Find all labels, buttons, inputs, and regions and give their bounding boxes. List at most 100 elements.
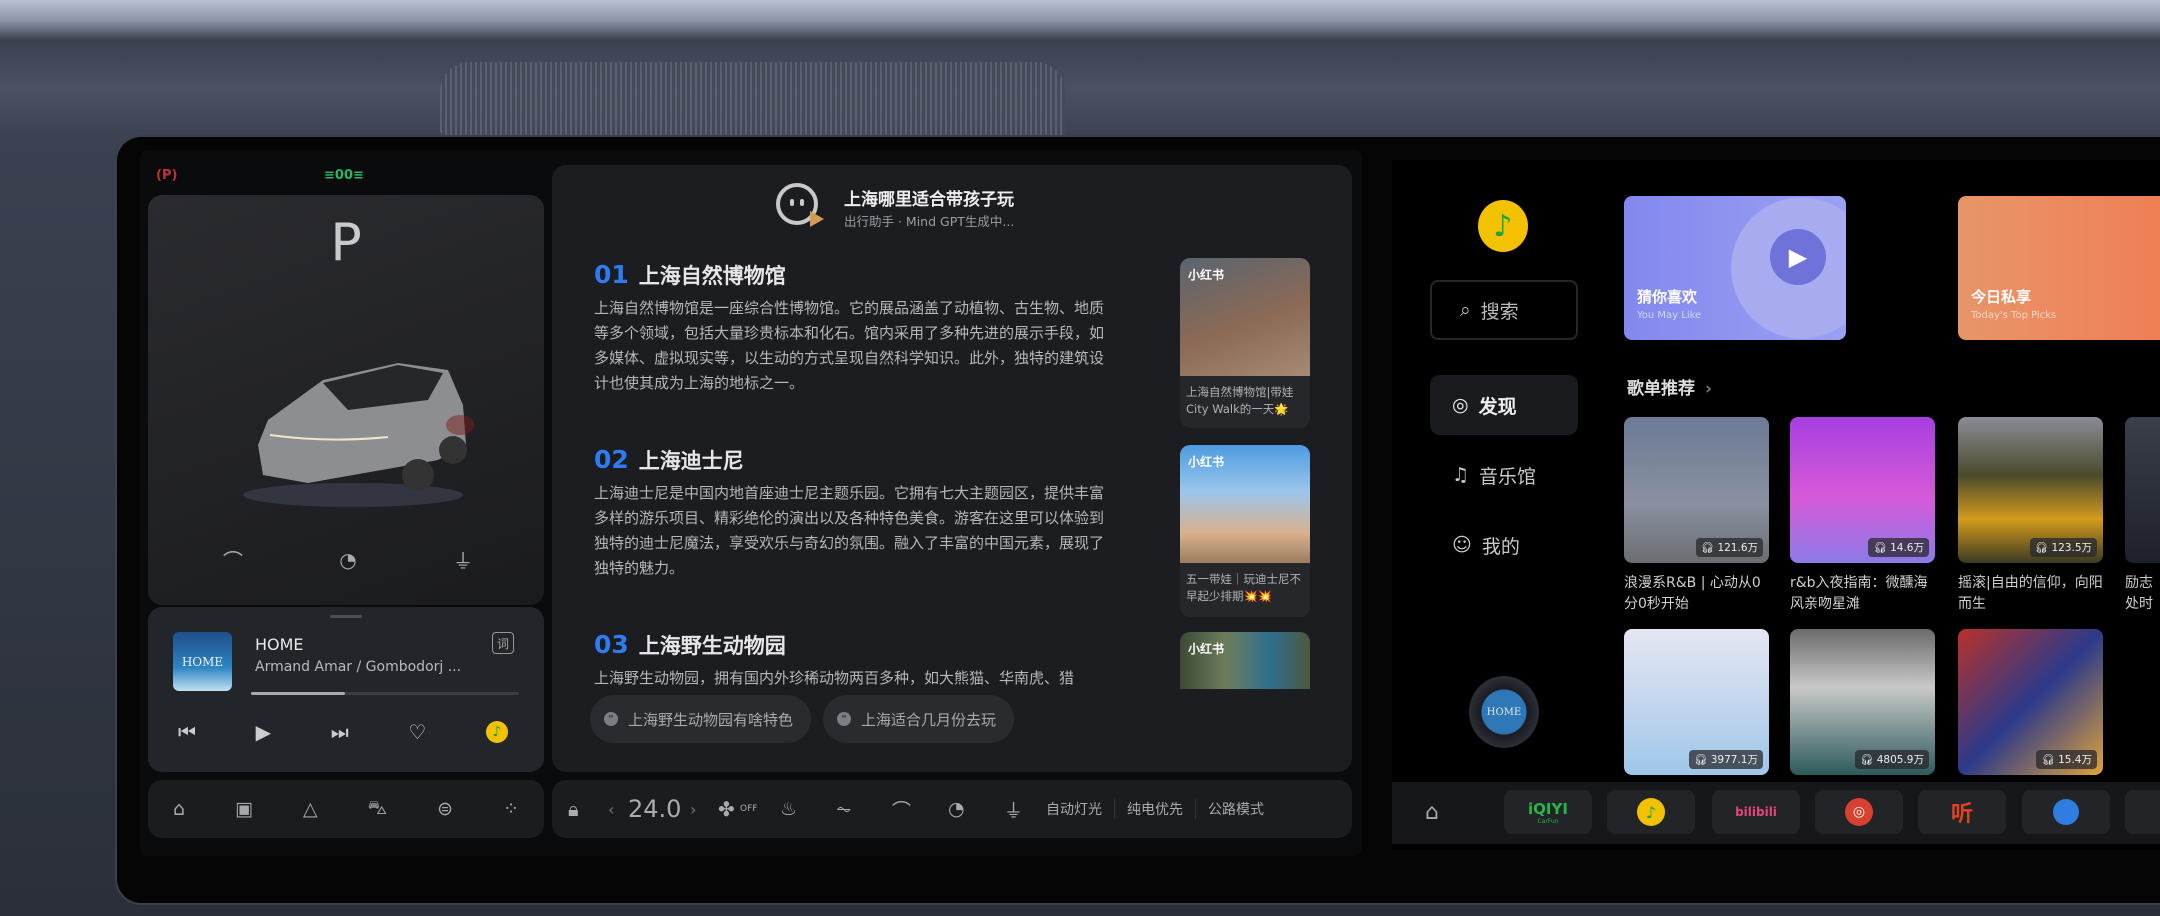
item-title: 上海迪士尼 bbox=[638, 449, 744, 473]
app-browser[interactable] bbox=[2022, 790, 2110, 834]
search-icon: ⌕ bbox=[1460, 299, 1471, 321]
suggestion-chip[interactable]: " 上海野生动物园有啥特色 bbox=[590, 695, 812, 743]
xiaohongshu-tag: 小红书 bbox=[1188, 455, 1225, 469]
toggle-icon[interactable]: ⊜ bbox=[437, 798, 453, 820]
play-count: 🎧︎ 14.6万 bbox=[1868, 538, 1929, 557]
apps-icon[interactable]: ⁘ bbox=[503, 798, 519, 820]
music-note-icon: ♫ bbox=[1452, 464, 1470, 486]
search-label: 搜索 bbox=[1480, 300, 1519, 323]
item-number: 01 bbox=[594, 260, 629, 289]
item-title: 上海野生动物园 bbox=[638, 634, 786, 658]
suggestion-label: 上海野生动物园有啥特色 bbox=[628, 710, 794, 729]
drag-handle[interactable] bbox=[330, 615, 362, 618]
playlist-title: 励志处时 bbox=[2125, 575, 2153, 612]
nav-mine[interactable]: ☺ 我的 bbox=[1430, 515, 1578, 575]
auto-lights-button[interactable]: 自动灯光 bbox=[1046, 799, 1115, 819]
left-nav-bar: ⌂ ▣ △ ⛍ ⊜ ⁘ bbox=[148, 780, 544, 838]
navigation-icon[interactable]: △ bbox=[303, 798, 318, 820]
item-body: 上海自然博物馆是一座综合性博物馆。它的展品涵盖了动植物、古生物、地质等多个领域，… bbox=[594, 299, 1105, 392]
playlist-card[interactable]: 🎧︎ 4805.9万 bbox=[1790, 629, 1935, 775]
now-playing-disc[interactable]: HOME bbox=[1469, 676, 1539, 748]
position-lights-icon: ≡00≡ bbox=[324, 168, 364, 183]
play-icon[interactable]: ▶ bbox=[1770, 229, 1826, 285]
banner-title: 猜你喜欢 bbox=[1637, 288, 1698, 306]
lock-icon[interactable]: 🔒︎ bbox=[568, 797, 608, 821]
car-image bbox=[243, 363, 474, 507]
xiaohongshu-card[interactable]: 小红书 上海自然博物馆|带娃City Walk的一天🌟 bbox=[1180, 258, 1310, 428]
album-art: HOME bbox=[173, 632, 232, 691]
banner-you-may-like[interactable]: ▶ 猜你喜欢 You May Like bbox=[1624, 196, 1846, 340]
question-title: 上海哪里适合带孩子玩 bbox=[844, 190, 1014, 210]
nav-music-hall[interactable]: ♫ 音乐馆 bbox=[1430, 445, 1578, 505]
mindgpt-avatar-icon bbox=[776, 183, 824, 227]
camera-icon[interactable]: ▣ bbox=[235, 798, 253, 820]
search-button[interactable]: ⌕ 搜索 bbox=[1430, 280, 1578, 340]
playlist-card[interactable]: 🎧︎ 123.5万摇滚|自由的信仰，向阳而生 bbox=[1958, 417, 2103, 615]
nav-discover[interactable]: ◎ 发现 bbox=[1430, 375, 1578, 435]
item-body: 上海迪士尼是中国内地首座迪士尼主题乐园。它拥有七大主题园区，提供丰富多样的游乐项… bbox=[594, 484, 1105, 577]
wiper-icon[interactable]: ⌒ bbox=[892, 796, 948, 823]
app-ting[interactable]: 听 bbox=[1918, 790, 2006, 834]
fan-icon[interactable]: ✤ bbox=[718, 797, 740, 821]
next-icon[interactable]: ⏭ bbox=[331, 720, 349, 744]
result-item: 03 上海野生动物园 上海野生动物园，拥有国内外珍稀动物两百多种，如大熊猫、华南虎… bbox=[594, 630, 1109, 691]
defrost-icon[interactable]: ⏦ bbox=[836, 798, 892, 820]
home-icon[interactable]: ⌂ bbox=[173, 798, 185, 820]
item-title: 上海自然博物馆 bbox=[638, 264, 786, 288]
heart-icon[interactable]: ♡ bbox=[408, 720, 426, 744]
playlist-card[interactable]: 🎧︎ 121.6万 浪漫系R&B | 心动从0分0秒开始 bbox=[1624, 417, 1769, 615]
gear-indicator: P bbox=[330, 213, 362, 273]
playlist-card[interactable]: 励志处时 bbox=[2125, 417, 2160, 615]
lyrics-button[interactable]: 词 bbox=[492, 632, 514, 654]
progress-bar[interactable] bbox=[251, 692, 519, 695]
play-icon[interactable]: ▶ bbox=[256, 720, 271, 744]
playlist-title: 摇滚|自由的信仰，向阳而生 bbox=[1958, 575, 2103, 612]
play-count: 🎧︎ 123.5万 bbox=[2029, 538, 2097, 557]
play-count: 🎧︎ 121.6万 bbox=[1695, 538, 1763, 557]
planet-icon: ◎ bbox=[1452, 394, 1469, 416]
ev-priority-button[interactable]: 纯电优先 bbox=[1115, 799, 1196, 819]
playlist-card[interactable]: 🎧︎ 3977.1万 bbox=[1624, 629, 1769, 775]
item-number: 03 bbox=[594, 630, 629, 659]
previous-icon[interactable]: ⏮ bbox=[178, 720, 196, 744]
road-mode-button[interactable]: 公路模式 bbox=[1196, 799, 1264, 819]
suggestion-chip[interactable]: " 上海适合几月份去玩 bbox=[823, 695, 1015, 743]
playlist-card[interactable]: 🎧︎ 14.6万 r&b入夜指南：微醺海风亲吻星滩 bbox=[1790, 417, 1935, 615]
assistant-status: 出行助手 · Mind GPT生成中... bbox=[844, 214, 1015, 229]
play-count: 🎧︎ 3977.1万 bbox=[1689, 750, 1763, 769]
playlist-title: r&b入夜指南：微醺海风亲吻星滩 bbox=[1790, 575, 1928, 612]
car-icon[interactable]: ⛍ bbox=[368, 797, 388, 822]
suggestion-label: 上海适合几月份去玩 bbox=[861, 710, 997, 729]
track-title: HOME bbox=[255, 635, 304, 654]
playlist-card[interactable]: 🎧︎ 15.4万 bbox=[1958, 629, 2103, 775]
xiaohongshu-card[interactable]: 小红书 bbox=[1180, 632, 1310, 689]
seat-heat-icon[interactable]: ♨ bbox=[780, 798, 836, 820]
qq-music-icon: ♪ bbox=[1637, 798, 1665, 826]
playlist-cover bbox=[2125, 417, 2160, 563]
app-qq-music[interactable]: ♪ bbox=[1607, 790, 1695, 834]
playlist-cover: 🎧︎ 3977.1万 bbox=[1624, 629, 1769, 775]
fan-status: OFF bbox=[740, 804, 758, 814]
app-netease-music[interactable]: ◎ bbox=[1815, 790, 1903, 834]
playlist-cover: 🎧︎ 4805.9万 bbox=[1790, 629, 1935, 775]
banner-title: 今日私享 bbox=[1971, 288, 2032, 306]
section-title[interactable]: 歌单推荐 › bbox=[1627, 374, 1712, 399]
item-body: 上海野生动物园，拥有国内外珍稀动物两百多种，如大熊猫、华南虎、猎 bbox=[594, 669, 1075, 687]
wiper-icon[interactable]: ⌒ bbox=[223, 545, 243, 574]
mirror-fold-icon[interactable]: ◔ bbox=[339, 548, 356, 572]
charge-port-icon[interactable]: ⏚ bbox=[1004, 796, 1046, 823]
temp-up-button[interactable]: › bbox=[690, 800, 718, 819]
qq-music-logo: ♪ bbox=[1478, 200, 1528, 252]
app-more[interactable] bbox=[2125, 790, 2160, 834]
xiaohongshu-card[interactable]: 小红书 五一带娃｜玩迪士尼不早起少排期💥💥 bbox=[1180, 445, 1310, 617]
qq-music-icon[interactable]: ♪ bbox=[485, 721, 508, 743]
nav-label: 发现 bbox=[1478, 395, 1517, 418]
home-icon[interactable]: ⌂ bbox=[1425, 800, 1439, 825]
banner-top-picks[interactable]: 今日私享 Today's Top Picks bbox=[1958, 196, 2160, 340]
app-bilibili[interactable]: bilibili bbox=[1712, 790, 1800, 834]
app-iqiyi[interactable]: iQIYI CarFun bbox=[1504, 790, 1592, 834]
dashboard-speaker-grille bbox=[440, 62, 1065, 136]
mirror-fold-icon[interactable]: ◔ bbox=[948, 798, 1004, 820]
temp-down-button[interactable]: ‹ bbox=[608, 800, 628, 819]
charge-port-icon[interactable]: ⏚ bbox=[453, 545, 473, 574]
